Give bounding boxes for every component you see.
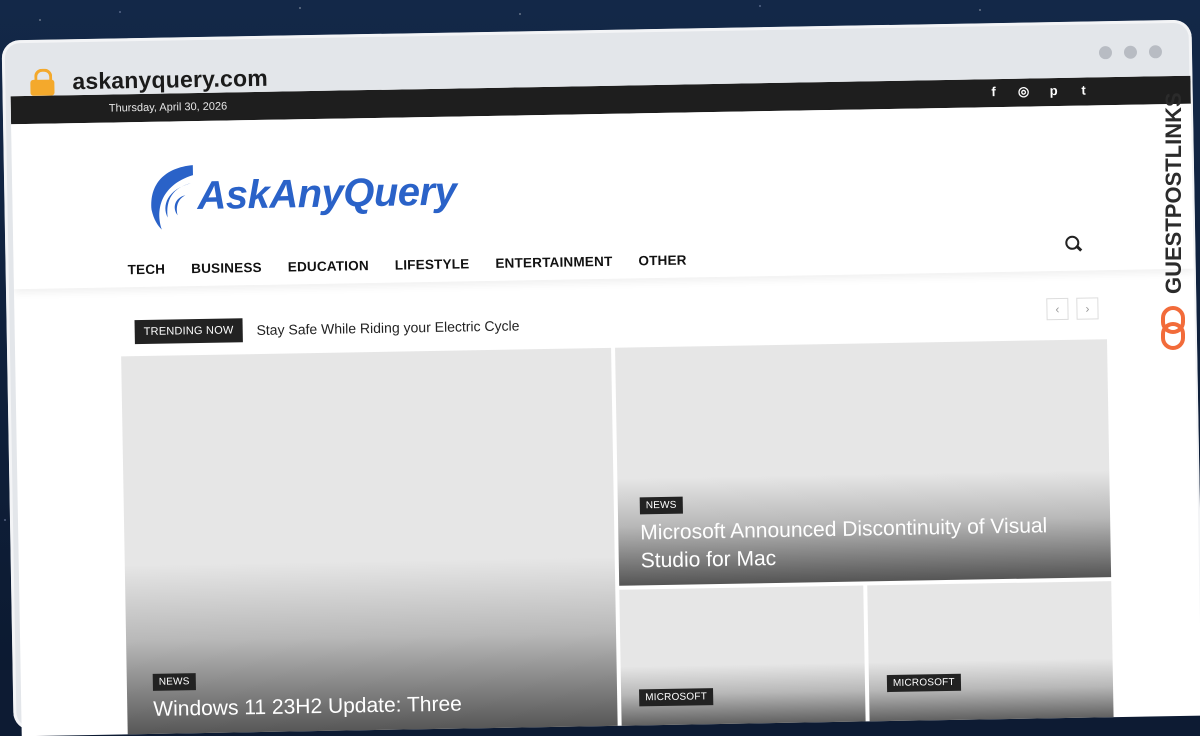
lock-icon	[30, 68, 55, 96]
nav-item-tech[interactable]: TECH	[127, 262, 165, 278]
nav-item-business[interactable]: BUSINESS	[191, 260, 262, 276]
url-text[interactable]: askanyquery.com	[72, 64, 268, 94]
nav-item-entertainment[interactable]: ENTERTAINMENT	[495, 254, 612, 271]
site-logo[interactable]: AskAnyQuery	[145, 157, 457, 232]
category-badge[interactable]: MICROSOFT	[639, 688, 714, 707]
chevron-left-icon[interactable]: ‹	[1046, 297, 1069, 321]
featured-card-small[interactable]: MICROSOFT	[619, 585, 866, 730]
trending-label: TRENDING NOW	[134, 318, 243, 345]
window-controls	[1098, 45, 1163, 60]
trending-headline[interactable]: Stay Safe While Riding your Electric Cyc…	[256, 317, 519, 338]
window-dot[interactable]	[1123, 45, 1138, 59]
category-badge[interactable]: NEWS	[152, 673, 196, 691]
chevron-right-icon[interactable]: ›	[1076, 297, 1099, 320]
social-links: f ◎ p t	[987, 82, 1091, 100]
nav-item-lifestyle[interactable]: LIFESTYLE	[395, 256, 470, 272]
current-date: Thursday, April 30, 2026	[108, 100, 228, 115]
browser-window: askanyquery.com Thursday, April 30, 2026…	[0, 8, 1200, 736]
facebook-icon[interactable]: f	[987, 84, 1001, 100]
instagram-icon[interactable]: ◎	[1017, 83, 1031, 99]
watermark-text: GUESTPOSTLINKS	[1161, 92, 1186, 294]
site-header: AskAnyQuery TECH BUSINESS EDUCATION LIFE…	[11, 103, 1194, 290]
window-dot[interactable]	[1098, 46, 1113, 60]
link-icon	[1161, 306, 1185, 350]
trending-arrows: ‹ ›	[1046, 297, 1099, 321]
page-viewport: Thursday, April 30, 2026 f ◎ p t AskAnyQ…	[10, 75, 1200, 736]
search-icon[interactable]	[1065, 235, 1083, 252]
trending-bar: TRENDING NOW Stay Safe While Riding your…	[134, 313, 520, 345]
featured-card-main[interactable]: NEWS Windows 11 23H2 Update: Three	[121, 347, 618, 736]
main-nav: TECH BUSINESS EDUCATION LIFESTYLE ENTERT…	[127, 253, 686, 278]
featured-card-right[interactable]: NEWS Microsoft Announced Discontinuity o…	[615, 339, 1112, 586]
category-badge[interactable]: NEWS	[639, 496, 683, 515]
logo-mark-icon	[151, 165, 193, 230]
nav-item-education[interactable]: EDUCATION	[288, 258, 369, 274]
card-title[interactable]: Microsoft Announced Discontinuity of Vis…	[640, 512, 1061, 576]
guestpostlinks-watermark: GUESTPOSTLINKS	[1156, 56, 1190, 356]
nav-item-other[interactable]: OTHER	[638, 253, 687, 269]
twitter-icon[interactable]: t	[1077, 82, 1091, 98]
pinterest-icon[interactable]: p	[1047, 83, 1061, 99]
featured-card-small[interactable]: MICROSOFT	[867, 581, 1114, 726]
watermark-label: GUESTPOSTLINKS	[1161, 92, 1186, 294]
logo-text: AskAnyQuery	[196, 169, 457, 218]
card-title[interactable]: Windows 11 23H2 Update: Three	[153, 689, 573, 725]
category-badge[interactable]: MICROSOFT	[886, 673, 961, 693]
